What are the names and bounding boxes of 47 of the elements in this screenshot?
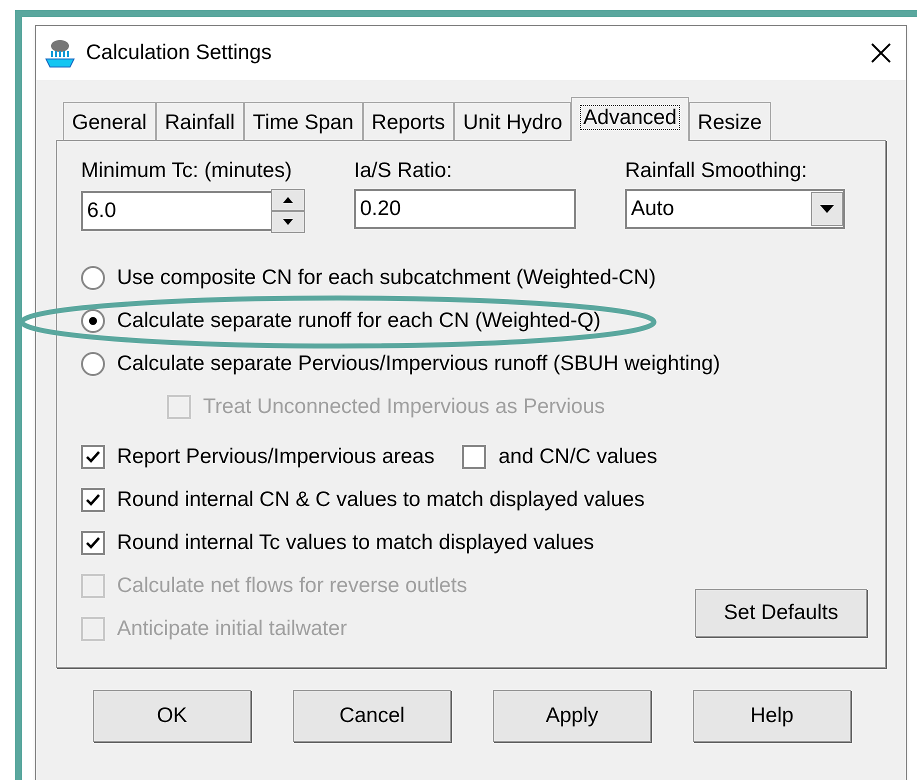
close-icon[interactable] bbox=[870, 42, 892, 64]
checkbox-label: Treat Unconnected Impervious as Pervious bbox=[203, 394, 605, 420]
set-defaults-button[interactable]: Set Defaults bbox=[695, 588, 867, 636]
checkbox[interactable] bbox=[462, 445, 486, 469]
checkbox-label: Anticipate initial tailwater bbox=[117, 616, 347, 642]
dialog-button[interactable]: OK bbox=[93, 690, 251, 742]
tab[interactable]: Resize bbox=[688, 102, 771, 140]
dialog-button[interactable]: Cancel bbox=[293, 690, 451, 742]
spin-up-button[interactable] bbox=[271, 188, 305, 210]
checkbox-label: Calculate net flows for reverse outlets bbox=[117, 573, 468, 600]
checkbox[interactable] bbox=[81, 531, 105, 555]
radio-button[interactable] bbox=[81, 266, 105, 290]
radio-button[interactable] bbox=[81, 309, 105, 333]
tab[interactable]: Advanced bbox=[571, 97, 689, 141]
checkmark-icon bbox=[85, 449, 101, 465]
checkbox-label: Report Pervious/Impervious areas bbox=[117, 444, 434, 470]
dialog-button[interactable]: Help bbox=[693, 690, 851, 742]
checkmark-icon bbox=[85, 535, 101, 551]
radio-label: Calculate separate runoff for each CN (Weighted-Q) bbox=[117, 308, 601, 334]
tab[interactable]: General bbox=[63, 102, 156, 140]
radio-label: Calculate separate Pervious/Impervious runoff (SBUH weighting) bbox=[117, 351, 720, 378]
tab[interactable]: Rainfall bbox=[156, 102, 244, 140]
input-field[interactable]: 6.0 bbox=[81, 190, 271, 230]
caret-icon bbox=[820, 204, 834, 212]
checkmark-icon bbox=[85, 492, 101, 508]
field-label: Minimum Tc: (minutes) bbox=[81, 158, 293, 184]
spin-down-button[interactable] bbox=[271, 210, 305, 232]
checkbox-label: Round internal CN & C values to match displayed values bbox=[117, 487, 645, 514]
checkbox-label: Round internal Tc values to match displayed values bbox=[117, 530, 594, 556]
field-label: Rainfall Smoothing: bbox=[625, 158, 808, 184]
down-arrow-icon bbox=[283, 218, 293, 224]
radio-button[interactable] bbox=[81, 352, 105, 376]
window-title: Calculation Settings bbox=[86, 40, 273, 66]
dropdown-button[interactable] bbox=[811, 192, 843, 226]
input-field[interactable]: 0.20 bbox=[354, 188, 576, 228]
tab[interactable]: Time Span bbox=[244, 102, 363, 140]
tab[interactable]: Unit Hydro bbox=[454, 102, 572, 140]
field-label: Ia/S Ratio: bbox=[354, 158, 454, 184]
app-icon bbox=[44, 37, 76, 69]
checkbox[interactable] bbox=[81, 445, 105, 469]
checkbox-label: and CN/C values bbox=[498, 444, 658, 470]
dropdown[interactable]: Auto bbox=[625, 188, 845, 228]
checkbox[interactable] bbox=[81, 488, 105, 512]
radio-label: Use composite CN for each subcatchment (Weighted-CN) bbox=[117, 265, 656, 292]
dialog-button[interactable]: Apply bbox=[493, 690, 651, 742]
tab[interactable]: Reports bbox=[362, 102, 454, 140]
up-arrow-icon bbox=[283, 196, 293, 202]
